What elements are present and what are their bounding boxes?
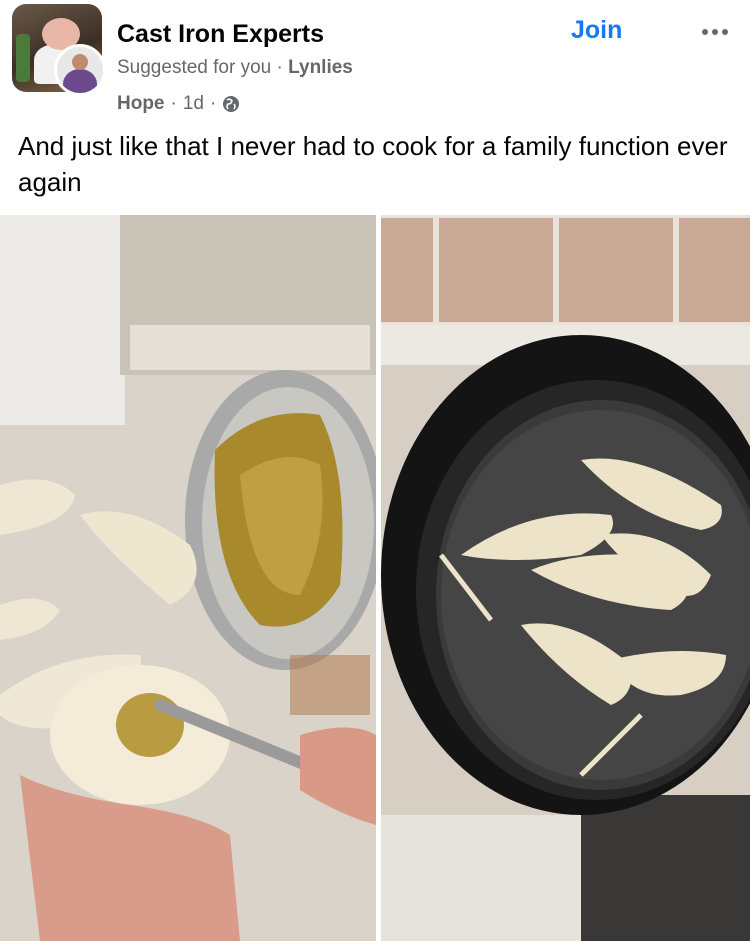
author-name[interactable]: Lynlies — [288, 57, 353, 78]
more-options-icon[interactable] — [702, 22, 738, 42]
meta-separator: · — [209, 93, 217, 114]
post-text: And just like that I never had to cook f… — [18, 131, 728, 197]
post-time[interactable]: 1d — [183, 93, 204, 115]
more-dot — [702, 29, 708, 35]
group-name[interactable]: Cast Iron Experts — [117, 20, 324, 49]
meta-separator: · — [170, 93, 177, 114]
user-avatar[interactable] — [54, 44, 106, 96]
join-button[interactable]: Join — [571, 16, 622, 45]
poster-line: Hope · 1d · — [117, 93, 240, 115]
globe-icon — [222, 95, 240, 113]
poster-name[interactable]: Hope — [117, 93, 165, 115]
user-avatar-head — [72, 54, 88, 70]
meta-separator: · — [276, 57, 283, 78]
avatar-bottle — [16, 34, 30, 82]
photo-frying-pan[interactable] — [381, 215, 750, 941]
more-dot — [712, 29, 718, 35]
suggested-label: Suggested for you — [117, 57, 272, 78]
photo-grid — [0, 215, 750, 941]
user-avatar-body — [63, 69, 97, 93]
photo-dough-filling[interactable] — [0, 215, 376, 941]
more-dot — [722, 29, 728, 35]
post-header: Cast Iron Experts Suggested for you · Ly… — [0, 0, 750, 215]
suggestion-line: Suggested for you · Lynlies — [117, 57, 353, 79]
